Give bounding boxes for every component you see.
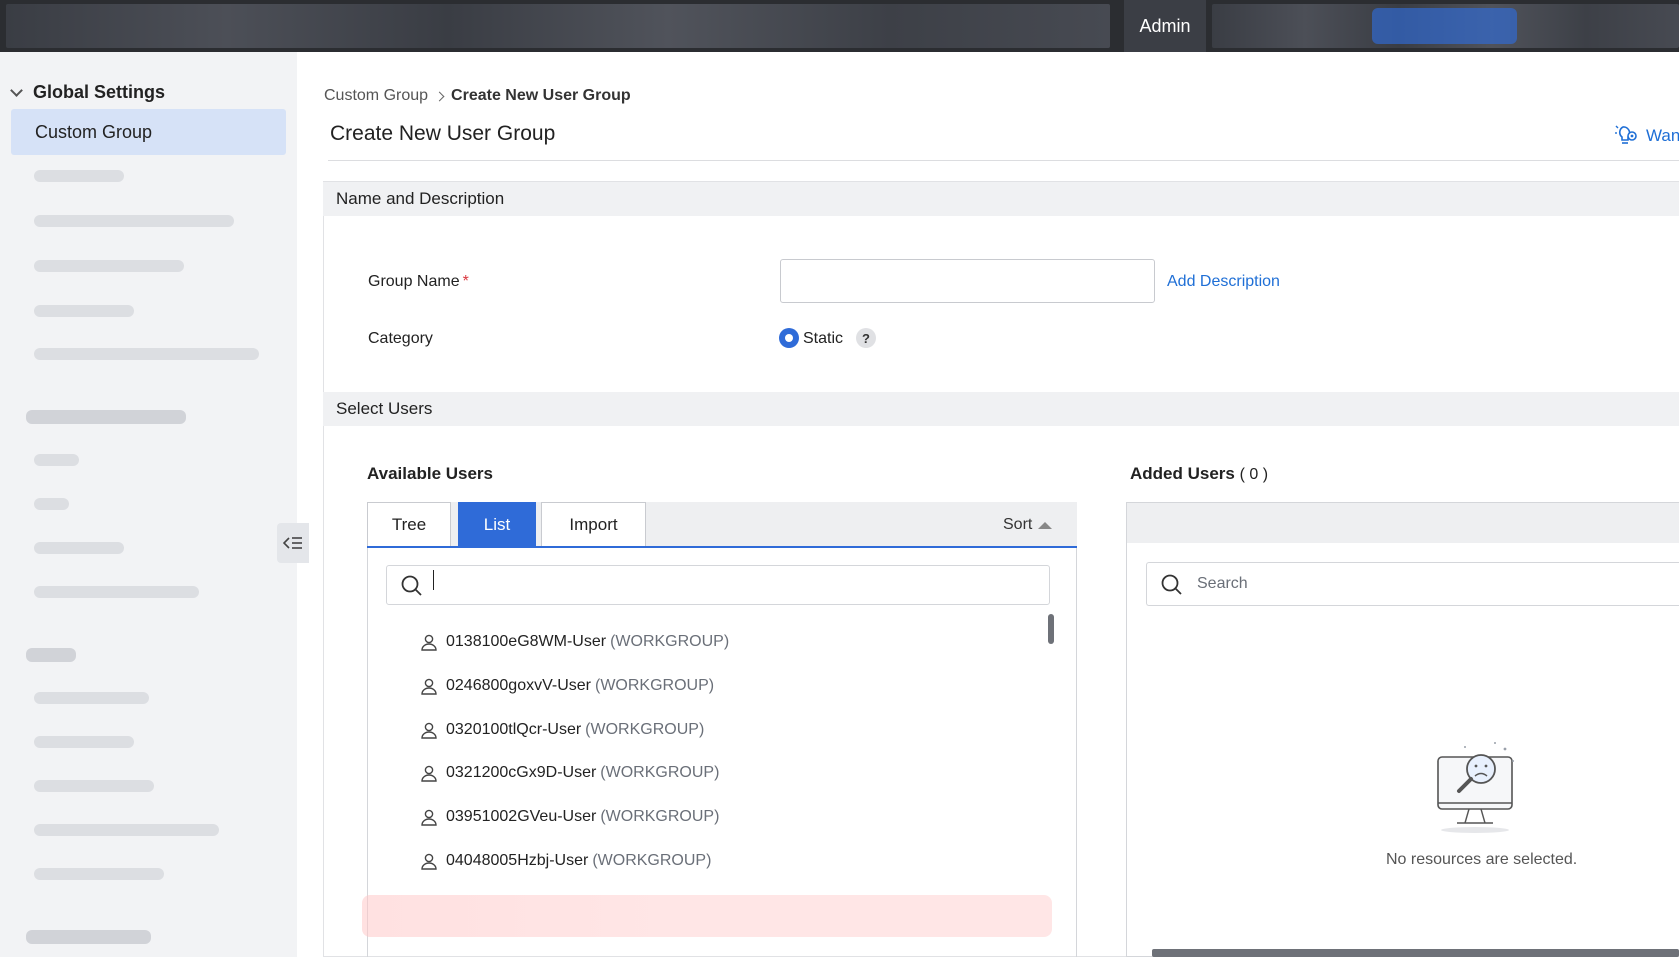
user-icon	[421, 678, 437, 695]
breadcrumb-current: Create New User Group	[451, 87, 631, 104]
added-users-search-input[interactable]: Search	[1146, 562, 1679, 606]
group-name-label-text: Group Name	[368, 273, 460, 290]
user-name: 0246800goxvV-User	[446, 677, 591, 694]
blurred-sidebar-item[interactable]	[34, 868, 164, 880]
user-list-item[interactable]: 0321200cGx9D-User (WORKGROUP)	[420, 764, 719, 782]
user-name: 0138100eG8WM-User	[446, 633, 607, 650]
available-users-tabbar: Tree List Import Sort	[367, 502, 1077, 548]
title-divider	[328, 160, 1679, 161]
category-static-radio[interactable]	[779, 328, 799, 348]
user-icon	[421, 853, 437, 870]
blurred-nav-area	[6, 4, 1110, 48]
category-label: Category	[368, 330, 433, 347]
tab-list[interactable]: List	[458, 502, 536, 546]
lightbulb-gear-icon	[1615, 125, 1637, 144]
empty-state-illustration-icon	[1437, 742, 1514, 833]
user-list-item[interactable]: 04048005Hzbj-User (WORKGROUP)	[420, 852, 711, 870]
user-domain: (WORKGROUP)	[600, 808, 720, 825]
user-domain: (WORKGROUP)	[600, 764, 720, 781]
nav-tab-admin[interactable]: Admin	[1124, 0, 1206, 52]
blurred-sidebar-item[interactable]	[34, 348, 259, 360]
collapse-menu-icon	[283, 537, 302, 549]
blurred-sidebar-item[interactable]	[34, 215, 234, 227]
user-name: 0321200cGx9D-User	[446, 764, 597, 781]
help-link-label: Wan	[1646, 126, 1679, 145]
help-icon[interactable]: ?	[856, 328, 876, 348]
chevron-right-icon	[434, 91, 445, 101]
blurred-sidebar-section[interactable]	[26, 410, 186, 424]
available-users-search-input[interactable]	[386, 565, 1050, 605]
user-icon	[421, 634, 437, 651]
sidebar-item-label: Custom Group	[35, 121, 153, 142]
blurred-sidebar-item[interactable]	[34, 498, 69, 510]
blurred-sidebar-section[interactable]	[26, 930, 151, 944]
sidebar-section-global-settings[interactable]: Global Settings	[10, 82, 166, 103]
search-icon	[400, 574, 424, 598]
category-static-label[interactable]: Static	[803, 330, 843, 348]
blurred-sidebar-section[interactable]	[26, 648, 76, 662]
user-list-item[interactable]: 03951002GVeu-User (WORKGROUP)	[420, 808, 719, 826]
added-users-search-placeholder: Search	[1197, 575, 1248, 592]
sort-label: Sort	[1003, 516, 1033, 533]
added-users-title: Added Users ( 0 )	[1130, 464, 1268, 484]
user-icon	[421, 722, 437, 739]
sidebar: Global Settings Custom Group	[0, 52, 297, 957]
breadcrumb-parent-link[interactable]: Custom Group	[324, 87, 428, 105]
add-description-link[interactable]: Add Description	[1167, 273, 1280, 291]
caret-up-icon	[1038, 521, 1053, 529]
user-domain: (WORKGROUP)	[594, 677, 715, 694]
blurred-sidebar-item[interactable]	[34, 454, 79, 466]
group-name-input[interactable]	[780, 259, 1155, 303]
required-marker: *	[462, 273, 469, 290]
blurred-sidebar-item[interactable]	[34, 170, 124, 182]
user-list-item[interactable]: 0246800goxvV-User (WORKGROUP)	[420, 677, 714, 695]
blurred-notification	[362, 895, 1052, 937]
blurred-sidebar-item[interactable]	[34, 824, 219, 836]
section-header-name-description: Name and Description	[323, 182, 1679, 216]
blurred-sidebar-item[interactable]	[34, 260, 184, 272]
blurred-accent-button	[1372, 8, 1517, 44]
tab-tree[interactable]: Tree	[367, 502, 451, 546]
blurred-sidebar-item[interactable]	[34, 736, 134, 748]
available-users-title: Available Users	[367, 464, 493, 483]
help-link[interactable]: Wan	[1614, 124, 1679, 148]
user-list-item[interactable]: 0320100tlQcr-User (WORKGROUP)	[420, 721, 704, 739]
user-domain: (WORKGROUP)	[592, 852, 712, 869]
breadcrumb: Custom Group Create New User Group	[324, 87, 631, 105]
section-header-select-users: Select Users	[323, 392, 1679, 426]
tab-import[interactable]: Import	[541, 502, 646, 546]
user-name: 03951002GVeu-User	[446, 808, 597, 825]
empty-state-message: No resources are selected.	[1386, 851, 1578, 868]
user-name: 04048005Hzbj-User	[446, 852, 589, 869]
search-icon	[1160, 573, 1184, 597]
list-scrollbar[interactable]	[1048, 614, 1054, 644]
added-users-header-bar	[1127, 503, 1679, 543]
user-domain: (WORKGROUP)	[610, 633, 730, 650]
added-users-count: ( 0 )	[1239, 466, 1269, 483]
blurred-sidebar-item[interactable]	[34, 586, 199, 598]
user-icon	[421, 809, 437, 826]
text-cursor	[433, 570, 434, 590]
page-title: Create New User Group	[330, 122, 556, 145]
user-icon	[421, 765, 437, 782]
user-name: 0320100tlQcr-User	[446, 721, 582, 738]
collapse-sidebar-button[interactable]	[277, 523, 309, 563]
blurred-sidebar-item[interactable]	[34, 780, 154, 792]
user-list-item[interactable]: 0138100eG8WM-User (WORKGROUP)	[420, 633, 729, 651]
blurred-sidebar-item[interactable]	[34, 692, 149, 704]
blurred-sidebar-item[interactable]	[34, 542, 124, 554]
added-users-title-text: Added Users	[1130, 464, 1235, 483]
group-name-label: Group Name *	[368, 273, 469, 291]
blurred-sidebar-item[interactable]	[34, 305, 134, 317]
sidebar-section-label: Global Settings	[33, 82, 166, 102]
sidebar-item-custom-group[interactable]: Custom Group	[11, 109, 286, 155]
user-domain: (WORKGROUP)	[585, 721, 705, 738]
sort-button[interactable]: Sort	[1003, 516, 1053, 534]
chevron-down-icon	[10, 84, 23, 97]
top-navigation-bar: Admin	[0, 0, 1679, 52]
horizontal-scrollbar[interactable]	[1152, 949, 1679, 957]
